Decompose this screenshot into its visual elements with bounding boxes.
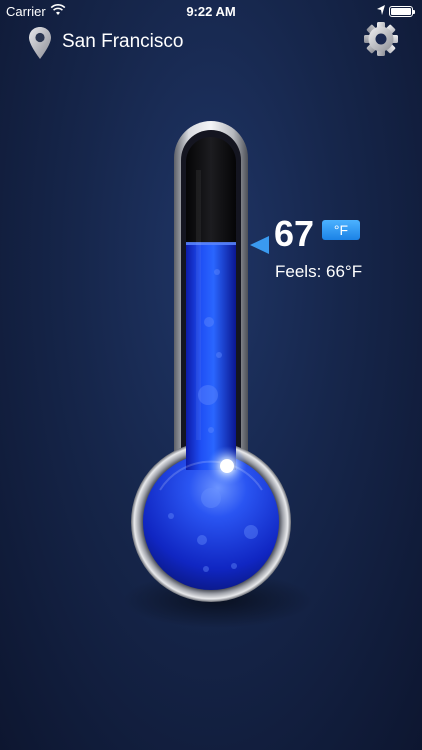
feels-like-label: Feels: 66°F [275,262,363,281]
temperature-value: 67 [274,213,315,254]
unit-toggle-button[interactable]: °F [322,220,360,240]
pointer-triangle-icon [250,236,269,254]
thermometer [123,121,313,628]
